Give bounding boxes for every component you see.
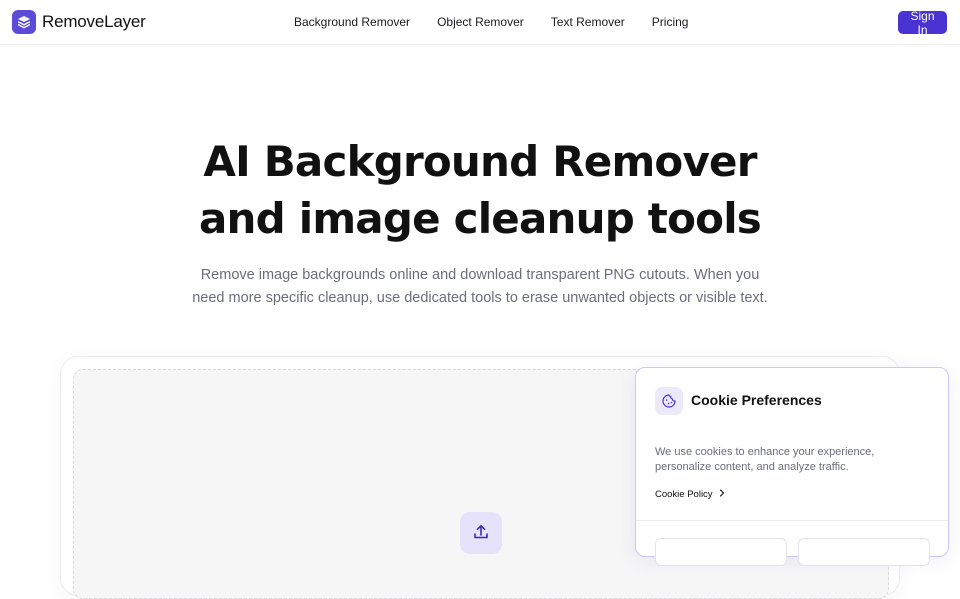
cookie-policy-link[interactable]: Cookie Policy [655, 489, 726, 500]
cookie-preferences-panel: Cookie Preferences We use cookies to enh… [635, 367, 949, 566]
hero-subtitle-line-2: need more specific cleanup, use dedicate… [192, 290, 768, 306]
brand-name: RemoveLayer [42, 12, 146, 31]
cookie-icon [655, 387, 683, 415]
nav-background-remover[interactable]: Background Remover [294, 15, 410, 29]
hero-title: AI Background Remover and image cleanup … [0, 133, 960, 247]
cookie-title: Cookie Preferences [691, 392, 822, 408]
brand-logo-link[interactable]: RemoveLayer [12, 10, 146, 34]
nav-object-remover[interactable]: Object Remover [437, 15, 524, 29]
nav-text-remover[interactable]: Text Remover [551, 15, 625, 29]
hero-subtitle-line-1: Remove image backgrounds online and down… [200, 267, 760, 283]
chevron-right-icon [718, 489, 726, 500]
hero-title-line-2: and image cleanup tools [199, 194, 762, 243]
upload-icon [472, 523, 490, 544]
cookie-policy-label: Cookie Policy [655, 489, 713, 500]
sign-in-button[interactable]: Sign In [898, 9, 947, 37]
hero-title-line-1: AI Background Remover [203, 137, 757, 186]
cookie-action-button-left[interactable] [655, 538, 787, 566]
cookie-divider [636, 520, 948, 521]
nav-pricing[interactable]: Pricing [652, 15, 689, 29]
top-navbar: RemoveLayer Background Remover Object Re… [0, 0, 960, 45]
upload-button[interactable] [460, 512, 502, 554]
cookie-action-button-right[interactable] [798, 538, 930, 566]
hero-subtitle: Remove image backgrounds online and down… [180, 264, 780, 310]
layers-icon [12, 10, 36, 34]
cookie-description: We use cookies to enhance your experienc… [655, 446, 875, 473]
main-nav: Background Remover Object Remover Text R… [280, 0, 715, 44]
